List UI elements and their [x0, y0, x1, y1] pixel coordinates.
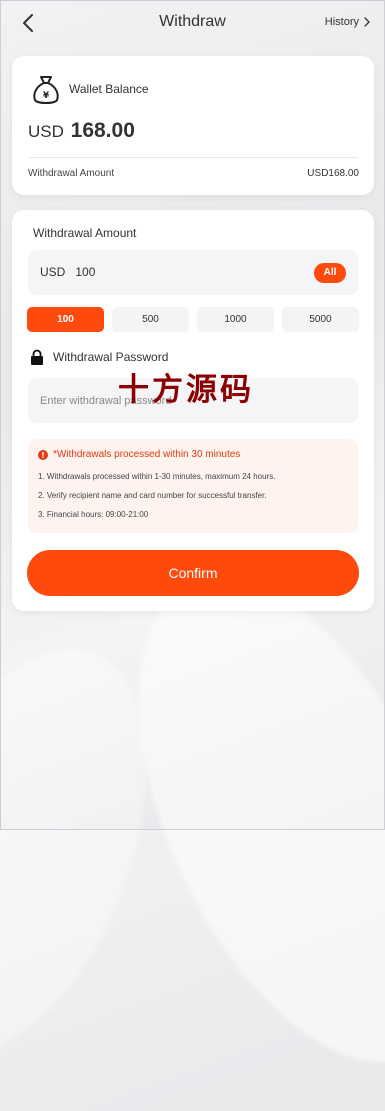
watermark-text: 十方源码 — [118, 372, 254, 408]
balance-currency: USD — [28, 122, 64, 141]
withdraw-form-card: Withdrawal Amount USD 100 All 100 500 10… — [12, 210, 374, 611]
notice-line: 3. Financial hours: 09:00-21:00 — [38, 510, 149, 519]
divider — [28, 157, 358, 158]
amount-text: USD 100 — [40, 265, 95, 279]
money-bag-icon: ¥ — [33, 76, 59, 104]
quick-amount-100[interactable]: 100 — [27, 307, 104, 332]
notice-line: 2. Verify recipient name and card number… — [38, 491, 267, 500]
amount-value: 100 — [75, 265, 96, 279]
password-label: Withdrawal Password — [53, 350, 169, 364]
balance-display: USD 168.00 — [28, 119, 135, 143]
wallet-card: ¥ Wallet Balance USD 168.00 Withdrawal A… — [12, 56, 374, 195]
amount-section-title: Withdrawal Amount — [33, 226, 137, 240]
history-label: History — [324, 16, 359, 28]
password-label-row: Withdrawal Password — [30, 349, 168, 365]
lock-icon — [31, 349, 43, 365]
amount-input[interactable]: USD 100 All — [28, 250, 358, 295]
info-icon — [38, 449, 48, 460]
notice-heading-text: *Withdrawals processed within 30 minutes — [53, 449, 241, 460]
balance-amount: 168.00 — [70, 119, 135, 142]
notice-line: 1. Withdrawals processed within 1-30 min… — [38, 472, 276, 481]
quick-amount-5000[interactable]: 5000 — [282, 307, 359, 332]
quick-amount-500[interactable]: 500 — [112, 307, 189, 332]
quick-amount-1000[interactable]: 1000 — [197, 307, 274, 332]
history-link[interactable]: History — [325, 16, 371, 28]
amount-currency: USD — [40, 265, 66, 279]
chevron-right-icon — [364, 17, 370, 27]
withdrawal-amount-label: Withdrawal Amount — [28, 168, 115, 179]
svg-text:¥: ¥ — [43, 91, 50, 101]
notice-box: *Withdrawals processed within 30 minutes… — [28, 439, 358, 533]
all-button[interactable]: All — [314, 263, 346, 283]
confirm-button[interactable]: Confirm — [27, 550, 359, 596]
withdrawal-amount-value: USD168.00 — [307, 168, 359, 179]
notice-heading: *Withdrawals processed within 30 minutes — [38, 449, 240, 460]
header: Withdraw History — [0, 0, 385, 46]
wallet-balance-label: Wallet Balance — [69, 82, 149, 96]
